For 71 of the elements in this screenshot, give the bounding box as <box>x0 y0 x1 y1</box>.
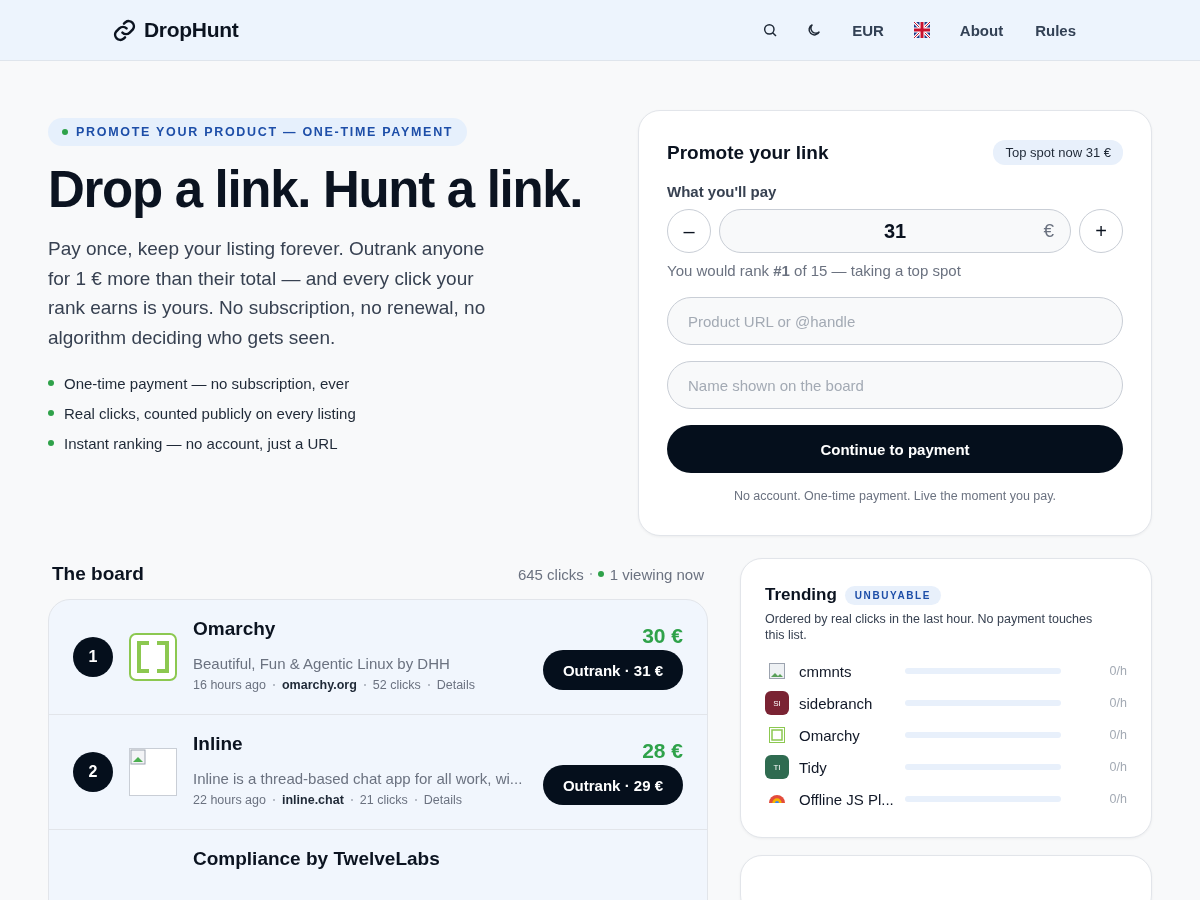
section-title: The board <box>52 563 144 585</box>
click-rate: 0/h <box>1109 664 1127 678</box>
card-title: Promote your link <box>667 141 829 164</box>
click-rate: 0/h <box>1109 728 1127 742</box>
trending-name[interactable]: sidebranch <box>799 694 905 712</box>
brand-name: DropHunt <box>144 18 239 42</box>
domain-link[interactable]: inline.chat <box>282 793 344 807</box>
rank-badge: 1 <box>73 637 113 677</box>
bullet-icon <box>48 380 54 386</box>
input-field[interactable]: Name shown on the board <box>667 361 1123 409</box>
domain-link[interactable]: omarchy.org <box>282 678 357 692</box>
input-field[interactable]: Product URL or @handle <box>667 297 1123 345</box>
viewer-count: 1 viewing now <box>609 565 704 583</box>
initials-avatar: TI <box>765 755 789 779</box>
nav-link[interactable]: Rules <box>1023 13 1088 47</box>
initials-avatar: SI <box>765 691 789 715</box>
search-icon <box>762 22 779 38</box>
trending-description: Ordered by real clicks in the last hour. No payment touches this list. <box>765 611 1094 643</box>
click-rate: 0/h <box>1109 760 1127 774</box>
product-description: Beautiful, Fun & Agentic Linux by DHH <box>193 655 451 672</box>
brand-logo[interactable]: DropHunt <box>112 17 239 43</box>
trending-name[interactable]: cmmnts <box>799 662 905 680</box>
amount-field[interactable]: 31 € <box>719 209 1071 253</box>
product-name[interactable]: Inline <box>193 733 527 755</box>
hero-title: Drop a link. Hunt a link. <box>48 160 584 220</box>
feature-text: Instant ranking — no account, just a URL <box>64 434 338 452</box>
details-link[interactable]: Details <box>436 678 475 692</box>
top-spot-badge: Top spot now 31 € <box>993 140 1123 165</box>
square-logo-icon <box>769 727 785 743</box>
broken-image-icon <box>129 748 177 796</box>
product-name[interactable]: Compliance by TwelveLabs <box>193 848 683 870</box>
flag-icon <box>913 22 930 38</box>
amount-label: What you'll pay <box>667 183 778 200</box>
nav-link[interactable]: EUR <box>840 13 896 47</box>
click-count: 21 clicks <box>359 793 408 807</box>
details-link[interactable]: Details <box>423 793 462 807</box>
product-name[interactable]: Omarchy <box>193 618 527 640</box>
trending-name[interactable]: Offline JS Pl... <box>799 790 905 808</box>
feature-text: One-time payment — no subscription, ever <box>64 374 350 392</box>
card-title: Trending <box>765 585 837 605</box>
tagline-badge: PROMOTE YOUR PRODUCT — ONE-TIME PAYMENT <box>48 118 468 146</box>
outrank-button[interactable]: Outrank · 29 € <box>542 765 683 805</box>
bullet-icon <box>48 440 54 446</box>
click-count: 645 clicks <box>517 565 584 583</box>
posted-time: 22 hours ago <box>193 793 266 807</box>
outrank-button[interactable]: Outrank · 31 € <box>542 650 683 690</box>
unbuyable-badge: UNBUYABLE <box>844 585 942 605</box>
decrease-button[interactable]: – <box>667 209 711 253</box>
moon-icon <box>806 22 823 38</box>
price: 28 € <box>642 739 683 763</box>
live-dot-icon <box>597 571 604 577</box>
rank-badge: 2 <box>73 752 113 792</box>
product-description: Inline is a thread-based chat app for all work, wi... <box>193 770 524 787</box>
click-rate: 0/h <box>1109 696 1127 710</box>
increase-button[interactable]: + <box>1079 209 1123 253</box>
click-count: 52 clicks <box>372 678 421 692</box>
continue-button[interactable]: Continue to payment <box>667 425 1123 473</box>
square-logo-icon <box>129 633 177 681</box>
posted-time: 16 hours ago <box>193 678 266 692</box>
price: 30 € <box>642 624 683 648</box>
image-icon <box>769 663 785 679</box>
link-icon <box>112 17 137 43</box>
nav-link[interactable]: About <box>947 13 1016 47</box>
click-rate: 0/h <box>1109 792 1127 806</box>
feature-text: Real clicks, counted publicly on every listing <box>64 404 356 422</box>
footnote: No account. One-time payment. Live the moment you pay. <box>732 489 1058 503</box>
bullet-icon <box>48 410 54 416</box>
hero-description: Pay once, keep your listing forever. Outrank anyone for 1 € more than their total — and every click your rank earns is yours. No subscription, no renewal, no algorithm deciding who gets seen. <box>48 237 487 350</box>
rank-note: You would rank #1 of 15 — taking a top spot <box>667 262 962 279</box>
trending-name[interactable]: Omarchy <box>799 726 905 744</box>
trending-name[interactable]: Tidy <box>799 758 905 776</box>
